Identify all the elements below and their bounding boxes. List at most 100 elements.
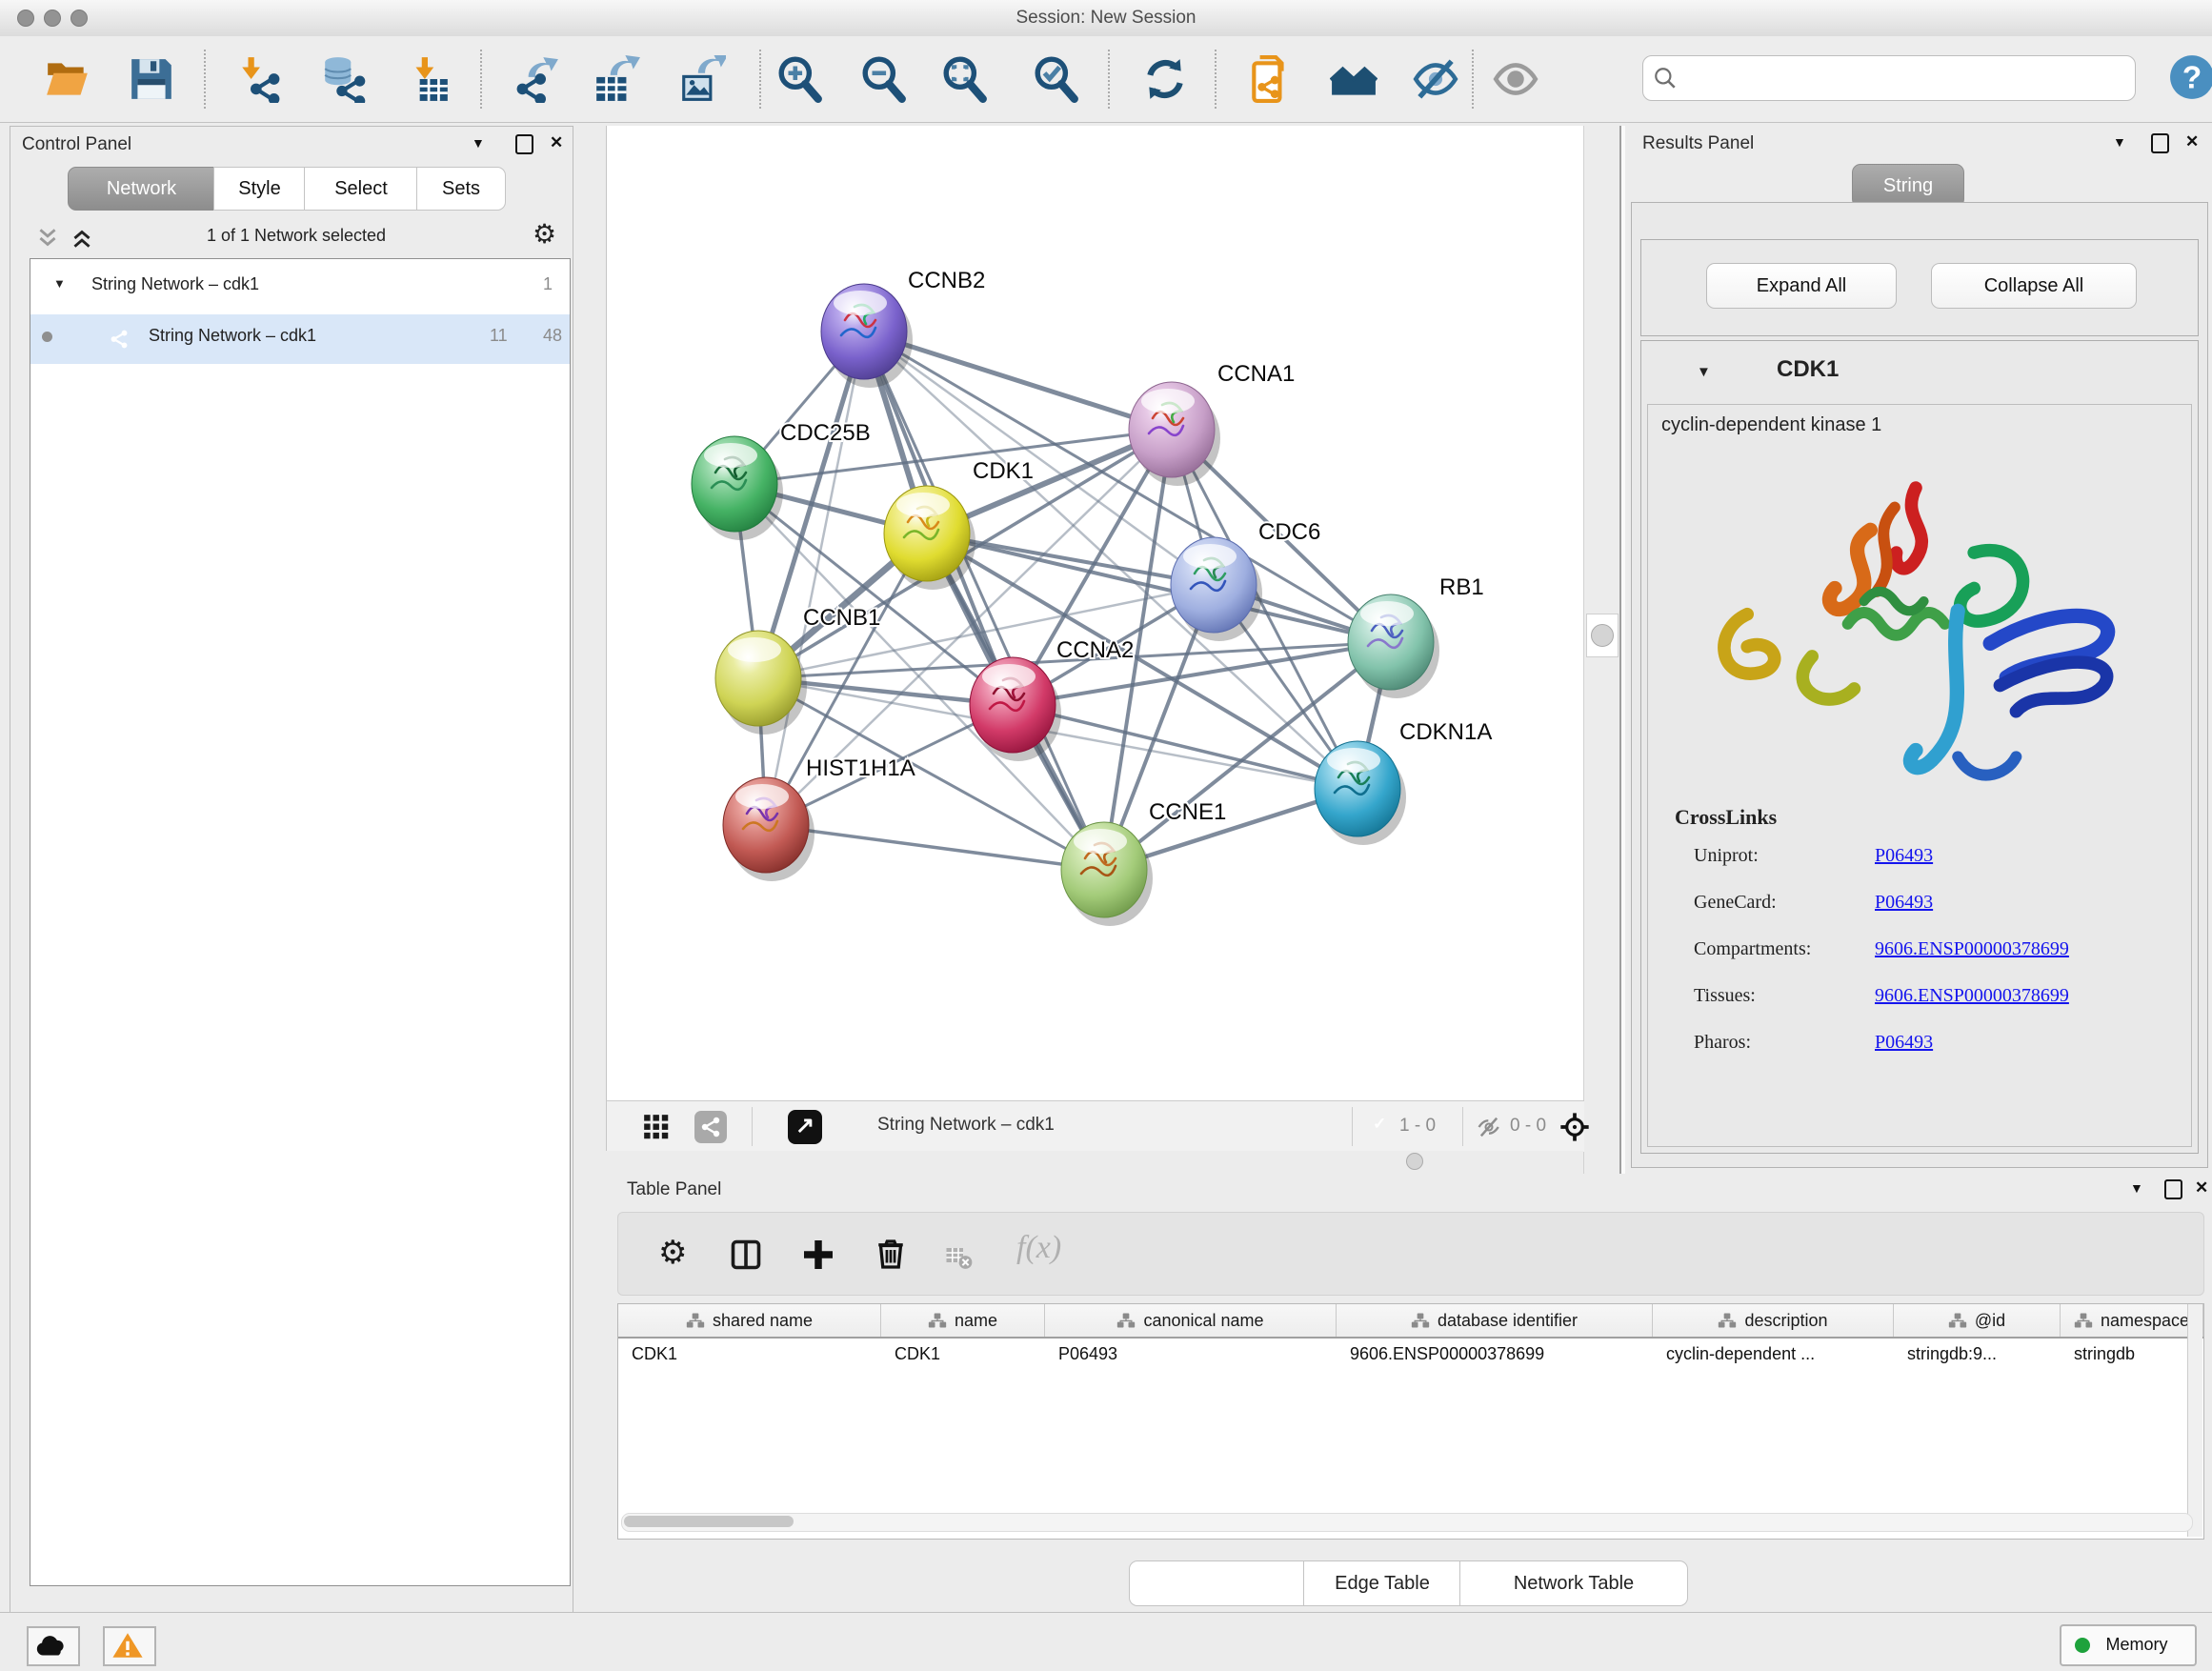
warnings-button[interactable] <box>103 1626 156 1666</box>
clone-network-icon[interactable] <box>1246 55 1294 103</box>
show-graphics-icon[interactable] <box>1492 55 1539 103</box>
show-columns-icon[interactable] <box>729 1238 763 1277</box>
table-cell[interactable]: stringdb <box>2061 1339 2203 1373</box>
import-network-database-icon[interactable] <box>320 55 368 103</box>
column-header[interactable]: description <box>1653 1304 1894 1337</box>
network-collection-row[interactable]: ▼ String Network – cdk1 1 <box>30 263 570 312</box>
table-options-gear-icon[interactable]: ⚙ <box>658 1234 687 1272</box>
horizontal-splitter[interactable] <box>606 1151 1583 1174</box>
network-node[interactable] <box>884 486 975 590</box>
function-builder-fx-disabled: f(x) <box>1016 1230 1061 1266</box>
column-header[interactable]: database identifier <box>1337 1304 1653 1337</box>
column-header[interactable]: canonical name <box>1045 1304 1337 1337</box>
splitter-handle[interactable] <box>1586 614 1619 657</box>
toolbar-separator <box>1472 50 1474 109</box>
zoom-selected-icon[interactable] <box>1033 55 1080 103</box>
network-canvas[interactable]: CCNB2CCNA1CDC25BCDK1CDC6RB1CCNB1CCNA2CDK… <box>606 126 1584 1100</box>
network-node[interactable] <box>1129 382 1220 486</box>
zoom-out-icon[interactable] <box>860 55 908 103</box>
close-panel-icon[interactable]: ✕ <box>550 133 563 152</box>
detach-view-icon[interactable]: ↗ <box>788 1110 822 1144</box>
tab-edge-table[interactable]: Edge Table <box>1303 1560 1461 1606</box>
import-table-icon[interactable] <box>404 55 452 103</box>
help-icon[interactable]: ? <box>2168 53 2212 101</box>
close-panel-icon[interactable]: ✕ <box>2195 1178 2208 1198</box>
tree-expander-icon[interactable]: ▼ <box>53 276 66 291</box>
export-image-icon[interactable] <box>678 55 726 103</box>
zoom-in-icon[interactable] <box>776 55 824 103</box>
table-vertical-scrollbar[interactable] <box>2187 1304 2202 1537</box>
network-row-selected[interactable]: String Network – cdk1 11 48 <box>30 314 570 364</box>
column-header[interactable]: shared name <box>618 1304 881 1337</box>
search-input[interactable] <box>1642 55 2136 101</box>
table-row[interactable]: CDK1CDK1P064939606.ENSP00000378699cyclin… <box>618 1339 2203 1373</box>
table-cell[interactable]: P06493 <box>1045 1339 1337 1373</box>
collection-count: 1 <box>543 274 553 294</box>
expand-all-networks-icon[interactable] <box>70 226 94 255</box>
splitter-handle[interactable] <box>1406 1153 1423 1170</box>
home-layout-icon[interactable] <box>1330 55 1377 103</box>
network-node[interactable] <box>723 777 814 881</box>
crosslink-link[interactable]: P06493 <box>1875 1032 1933 1054</box>
add-column-icon[interactable] <box>801 1238 835 1277</box>
maximize-panel-icon[interactable] <box>2151 133 2169 153</box>
expand-all-button[interactable]: Expand All <box>1706 263 1897 309</box>
network-node[interactable] <box>1348 594 1439 698</box>
column-header[interactable]: namespace <box>2061 1304 2203 1337</box>
table-cell[interactable]: CDK1 <box>881 1339 1045 1373</box>
delete-column-trash-icon[interactable] <box>874 1236 908 1275</box>
tab-network[interactable]: Network <box>68 167 215 211</box>
maximize-panel-icon[interactable] <box>2164 1179 2182 1199</box>
network-node[interactable] <box>1061 822 1153 926</box>
crosslink-link[interactable]: 9606.ENSP00000378699 <box>1875 938 2069 960</box>
hide-unhide-icon[interactable] <box>1412 55 1459 103</box>
column-header[interactable]: name <box>881 1304 1045 1337</box>
crosslink-link[interactable]: P06493 <box>1875 845 1933 867</box>
save-session-icon[interactable] <box>128 55 175 103</box>
node-table-grid[interactable]: shared namenamecanonical namedatabase id… <box>617 1303 2204 1540</box>
collapse-all-button[interactable]: Collapse All <box>1931 263 2137 309</box>
scrollbar-thumb[interactable] <box>624 1516 794 1527</box>
birds-eye-grid-icon[interactable] <box>643 1114 670 1145</box>
close-panel-icon[interactable]: ✕ <box>2185 132 2199 151</box>
network-node[interactable] <box>1171 537 1262 641</box>
crosslink-link[interactable]: 9606.ENSP00000378699 <box>1875 985 2069 1007</box>
status-bar: Memory <box>0 1612 2212 1671</box>
network-node[interactable] <box>1315 741 1406 845</box>
protein-structure-image <box>1673 454 2159 836</box>
maximize-panel-icon[interactable] <box>515 134 533 154</box>
table-header-row[interactable]: shared namenamecanonical namedatabase id… <box>618 1304 2203 1339</box>
tab-network-table[interactable]: Network Table <box>1459 1560 1688 1606</box>
refresh-icon[interactable] <box>1141 55 1189 103</box>
table-horizontal-scrollbar[interactable] <box>621 1513 2193 1532</box>
export-network-icon[interactable] <box>513 55 560 103</box>
table-cell[interactable]: stringdb:9... <box>1894 1339 2061 1373</box>
tab-node-table[interactable]: Node Table <box>1129 1560 1305 1606</box>
memory-button[interactable]: Memory <box>2060 1624 2197 1666</box>
tab-select[interactable]: Select <box>304 167 418 211</box>
float-panel-icon[interactable]: ▼ <box>2130 1180 2143 1196</box>
network-options-gear-icon[interactable]: ⚙ <box>533 218 556 250</box>
network-node[interactable] <box>692 436 783 540</box>
network-node[interactable] <box>821 284 913 388</box>
crosslink-link[interactable]: P06493 <box>1875 892 1933 914</box>
table-body[interactable]: CDK1CDK1P064939606.ENSP00000378699cyclin… <box>618 1339 2203 1373</box>
table-cell[interactable]: CDK1 <box>618 1339 881 1373</box>
import-network-file-icon[interactable] <box>236 55 284 103</box>
column-header[interactable]: @id <box>1894 1304 2061 1337</box>
table-cell[interactable]: 9606.ENSP00000378699 <box>1337 1339 1653 1373</box>
open-session-icon[interactable] <box>44 55 91 103</box>
card-expander-icon[interactable]: ▼ <box>1697 364 1711 380</box>
export-table-icon[interactable] <box>593 55 640 103</box>
table-cell[interactable]: cyclin-dependent ... <box>1653 1339 1894 1373</box>
fit-selected-crosshair-icon[interactable] <box>1559 1112 1590 1147</box>
tab-style[interactable]: Style <box>213 167 306 211</box>
network-view-title: String Network – cdk1 <box>877 1115 1055 1136</box>
tab-sets[interactable]: Sets <box>416 167 506 211</box>
float-panel-icon[interactable]: ▼ <box>472 135 485 151</box>
cloud-status-button[interactable] <box>27 1626 80 1666</box>
zoom-fit-icon[interactable] <box>941 55 989 103</box>
float-panel-icon[interactable]: ▼ <box>2113 134 2126 150</box>
right-splitter[interactable] <box>1583 126 1620 1174</box>
collapse-all-networks-icon[interactable] <box>35 226 60 255</box>
